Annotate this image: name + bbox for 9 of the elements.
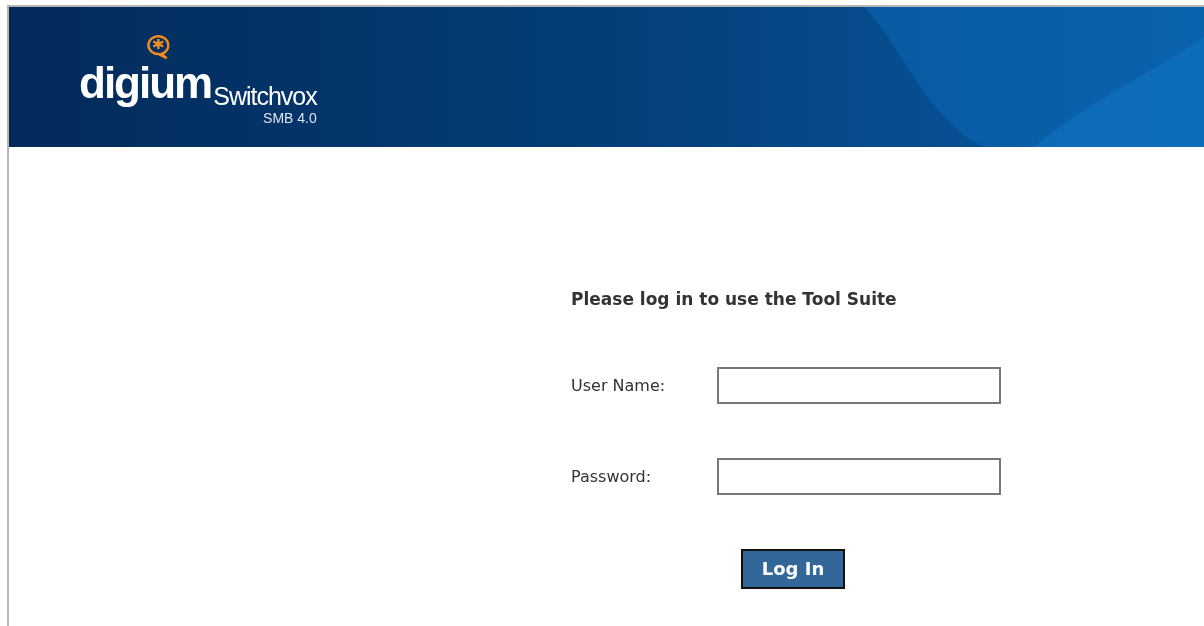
field-label: Password: — [571, 465, 653, 488]
input-field[interactable] — [717, 458, 1001, 495]
product-name: Switchvox — [213, 83, 317, 109]
field-label: User Name: — [571, 374, 667, 397]
login-button[interactable]: Log In — [741, 548, 845, 589]
login-heading: Please log in to use the Tool Suite — [571, 288, 898, 311]
input-field[interactable] — [717, 367, 1001, 404]
edition-label: SMB 4.0 — [263, 109, 317, 127]
brand-logo: digium — [79, 61, 212, 105]
